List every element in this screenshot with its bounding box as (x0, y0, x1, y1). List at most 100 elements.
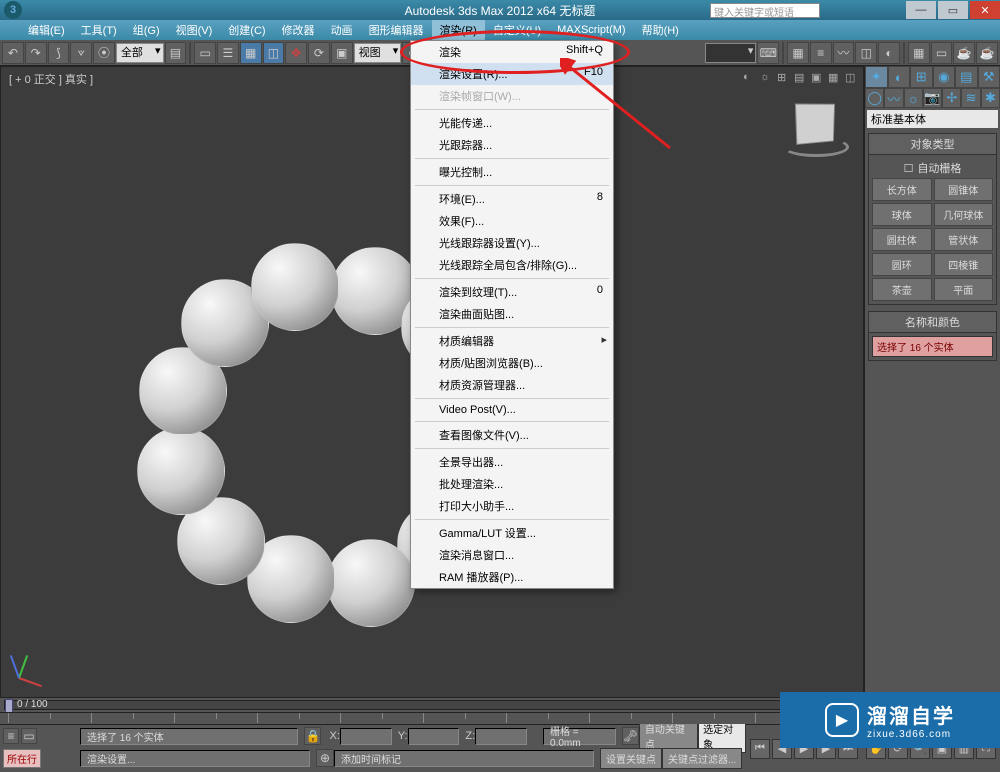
material-editor-button[interactable]: ◐ (878, 42, 900, 64)
schematic-button[interactable]: ◫ (855, 42, 877, 64)
unlink-button[interactable]: ⟇ (70, 42, 92, 64)
space-subtab[interactable]: ≋ (961, 88, 980, 108)
primitive-button[interactable]: 平面 (934, 278, 994, 301)
menu-item-动画[interactable]: 动画 (323, 20, 361, 40)
menu-entry[interactable]: 环境(E)...8 (411, 188, 613, 210)
add-marker-label[interactable]: 添加时间标记 (334, 750, 594, 767)
mirror-button[interactable]: ⌨ (757, 42, 779, 64)
light-subtab[interactable]: ☼ (904, 88, 923, 108)
time-slider-thumb[interactable] (5, 699, 13, 713)
x-coord-input[interactable] (340, 728, 392, 745)
redo-button[interactable]: ↷ (25, 42, 47, 64)
menu-entry[interactable]: 光能传递... (411, 112, 613, 134)
move-button[interactable]: ✥ (285, 42, 307, 64)
menu-item-自定义(U)[interactable]: 自定义(U) (485, 20, 549, 40)
menu-entry[interactable]: 材质编辑器 (411, 330, 613, 352)
hierarchy-tab[interactable]: ⊞ (910, 66, 933, 88)
filter-icon[interactable]: ▤ (165, 42, 187, 64)
render-frame-button[interactable]: ▭ (931, 42, 953, 64)
app-icon[interactable]: 3 (4, 1, 22, 19)
autogrid-checkbox[interactable]: ☐ (904, 162, 914, 175)
object-type-rollout[interactable]: 对象类型 (868, 133, 997, 155)
light-icon[interactable]: ☼ (760, 71, 774, 85)
wire-icon[interactable]: ⊞ (777, 71, 791, 85)
menu-item-帮助(H)[interactable]: 帮助(H) (634, 20, 687, 40)
display-tab[interactable]: ▤ (955, 66, 978, 88)
select-region-button[interactable]: ▦ (240, 42, 262, 64)
render-setup-button[interactable]: ▦ (908, 42, 930, 64)
menu-item-图形编辑器[interactable]: 图形编辑器 (361, 20, 432, 40)
named-selset-dropdown[interactable] (705, 43, 757, 63)
create-tab[interactable]: ✦ (865, 66, 888, 88)
menu-entry[interactable]: 打印大小助手... (411, 495, 613, 517)
ref-coord-dropdown[interactable]: 视图 (354, 43, 402, 63)
quick-render-button[interactable]: ☕ (976, 42, 998, 64)
menu-item-创建(C)[interactable]: 创建(C) (220, 20, 273, 40)
script-mini-button[interactable]: ≡ (3, 728, 19, 744)
menu-item-修改器[interactable]: 修改器 (274, 20, 323, 40)
key-mode-button[interactable]: 🗝 (622, 727, 639, 745)
menu-item-渲染(R)[interactable]: 渲染(R) (432, 20, 485, 40)
time-tag-button[interactable]: ⊕ (316, 749, 334, 767)
primitive-button[interactable]: 球体 (872, 203, 932, 226)
undo-button[interactable]: ↶ (2, 42, 24, 64)
menu-entry[interactable]: 全景导出器... (411, 451, 613, 473)
menu-entry[interactable]: 材质资源管理器... (411, 374, 613, 396)
menu-entry[interactable]: 光跟踪器... (411, 134, 613, 156)
menu-item-工具(T)[interactable]: 工具(T) (73, 20, 125, 40)
motion-tab[interactable]: ◉ (933, 66, 956, 88)
menu-item-视图(V)[interactable]: 视图(V) (168, 20, 221, 40)
geom-subtab[interactable]: ◯ (865, 88, 884, 108)
menu-entry[interactable]: 渲染曲面贴图... (411, 303, 613, 325)
menu-entry[interactable]: 光线跟踪全局包含/排除(G)... (411, 254, 613, 276)
primitive-button[interactable]: 圆锥体 (934, 178, 994, 201)
y-coord-input[interactable] (408, 728, 460, 745)
script-slot[interactable]: 所在行 (3, 749, 41, 768)
select-name-button[interactable]: ☰ (217, 42, 239, 64)
menu-entry[interactable]: 批处理渲染... (411, 473, 613, 495)
primitive-button[interactable]: 几何球体 (934, 203, 994, 226)
name-color-rollout[interactable]: 名称和颜色 (868, 311, 997, 333)
selection-set-dropdown[interactable]: 全部 (116, 43, 164, 63)
goto-start-button[interactable]: ⏮ (750, 739, 770, 759)
menu-entry[interactable]: 效果(F)... (411, 210, 613, 232)
lock-selection-button[interactable]: 🔒 (304, 727, 321, 745)
menu-entry[interactable]: 渲染到纹理(T)...0 (411, 281, 613, 303)
close-button[interactable]: ✕ (970, 1, 1000, 19)
system-subtab[interactable]: ✱ (981, 88, 1000, 108)
rotate-button[interactable]: ⟳ (308, 42, 330, 64)
scale-button[interactable]: ▣ (331, 42, 353, 64)
render-button[interactable]: ☕ (953, 42, 975, 64)
layer-button[interactable]: ≡ (810, 42, 832, 64)
menu-entry[interactable]: Video Post(V)... (411, 401, 613, 419)
menu-entry[interactable]: 查看图像文件(V)... (411, 424, 613, 446)
menu-entry[interactable]: 渲染设置(R)...F10 (411, 63, 613, 85)
window-crossing-button[interactable]: ◫ (263, 42, 285, 64)
edged-icon[interactable]: ▤ (794, 71, 808, 85)
viewcube[interactable] (789, 97, 843, 151)
menu-item-编辑(E)[interactable]: 编辑(E) (20, 20, 73, 40)
menu-entry[interactable]: 光线跟踪器设置(Y)... (411, 232, 613, 254)
menu-entry[interactable]: 曝光控制... (411, 161, 613, 183)
viewport-label[interactable]: [ + 0 正交 ] 真实 ] (9, 71, 93, 87)
align-button[interactable]: ▦ (787, 42, 809, 64)
keyfilter-button[interactable]: 关键点过滤器... (662, 748, 742, 769)
menu-item-组(G)[interactable]: 组(G) (125, 20, 168, 40)
primitive-button[interactable]: 圆柱体 (872, 228, 932, 251)
primitive-button[interactable]: 长方体 (872, 178, 932, 201)
bind-button[interactable]: ⦿ (93, 42, 115, 64)
camera-subtab[interactable]: 📷 (923, 88, 942, 108)
menu-entry[interactable]: 材质/贴图浏览器(B)... (411, 352, 613, 374)
category-dropdown[interactable]: 标准基本体 (867, 110, 998, 128)
menu-entry[interactable]: 渲染Shift+Q (411, 41, 613, 63)
minimize-button[interactable]: — (906, 1, 936, 19)
shade-icon[interactable]: ◐ (743, 71, 757, 85)
link-button[interactable]: ⟆ (48, 42, 70, 64)
primitive-button[interactable]: 圆环 (872, 253, 932, 276)
z-coord-input[interactable] (475, 728, 527, 745)
menu-entry[interactable]: RAM 播放器(P)... (411, 566, 613, 588)
stats-icon[interactable]: ◫ (845, 71, 859, 85)
selection-name-field[interactable]: 选择了 16 个实体 (872, 336, 993, 357)
shape-subtab[interactable]: 〰 (884, 88, 903, 108)
maximize-button[interactable]: ▭ (938, 1, 968, 19)
